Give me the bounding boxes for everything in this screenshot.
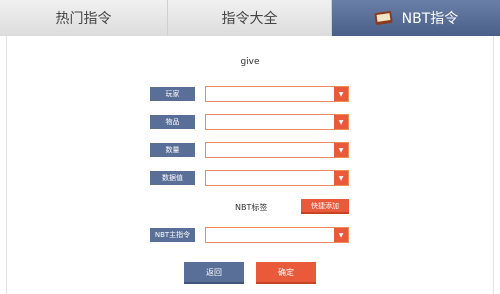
field-label-data-value: 数据值 xyxy=(150,171,195,185)
player-select[interactable]: ▼ xyxy=(205,86,349,102)
back-button[interactable]: 返回 xyxy=(184,262,244,284)
tab-label: NBT指令 xyxy=(401,11,459,27)
field-label-nbt-main: NBT主指令 xyxy=(150,228,195,242)
data-value-select[interactable]: ▼ xyxy=(205,170,349,186)
command-name: give xyxy=(240,57,260,67)
tab-nbt-commands[interactable]: NBT指令 xyxy=(332,0,500,36)
quantity-select[interactable]: ▼ xyxy=(205,142,349,158)
tab-label: 指令大全 xyxy=(221,11,278,27)
nbt-main-select[interactable]: ▼ xyxy=(205,227,349,243)
nbt-tag-label: NBT标签 xyxy=(235,203,268,212)
chevron-down-icon[interactable]: ▼ xyxy=(334,143,348,157)
book-icon xyxy=(373,10,394,26)
confirm-button[interactable]: 确定 xyxy=(256,262,316,284)
chevron-down-icon[interactable]: ▼ xyxy=(334,171,348,185)
quick-add-button[interactable]: 快捷添加 xyxy=(301,199,349,214)
field-label-quantity: 数量 xyxy=(150,143,195,157)
chevron-down-icon[interactable]: ▼ xyxy=(334,228,348,242)
main-panel xyxy=(6,36,494,294)
tab-all-commands[interactable]: 指令大全 xyxy=(168,0,332,36)
tab-bar: 热门指令 指令大全 NBT指令 xyxy=(0,0,500,36)
tab-hot-commands[interactable]: 热门指令 xyxy=(0,0,168,36)
field-label-item: 物品 xyxy=(150,115,195,129)
field-label-player: 玩家 xyxy=(150,87,195,101)
chevron-down-icon[interactable]: ▼ xyxy=(334,115,348,129)
tab-label: 热门指令 xyxy=(55,11,112,27)
item-select[interactable]: ▼ xyxy=(205,114,349,130)
chevron-down-icon[interactable]: ▼ xyxy=(334,87,348,101)
